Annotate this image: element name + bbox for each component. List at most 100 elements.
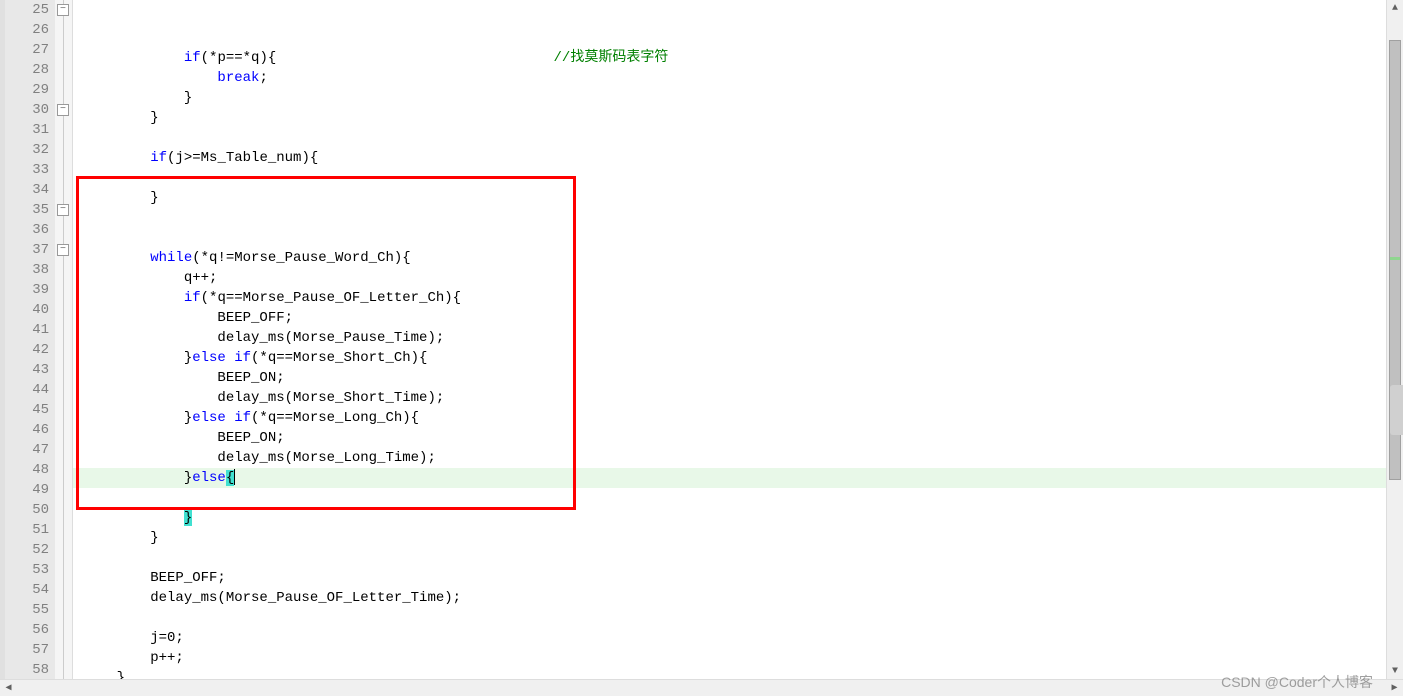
code-line[interactable] xyxy=(73,168,1386,188)
line-number: 40 xyxy=(5,300,49,320)
code-token: (*q!=Morse_Pause_Word_Ch){ xyxy=(192,250,410,266)
line-number: 55 xyxy=(5,600,49,620)
code-token: delay_ms(Morse_Long_Time); xyxy=(83,450,436,466)
keyword-token: if xyxy=(184,50,201,66)
line-number: 31 xyxy=(5,120,49,140)
line-number: 27 xyxy=(5,40,49,60)
code-token: } xyxy=(83,110,159,126)
keyword-token: else if xyxy=(192,350,251,366)
code-line[interactable]: } xyxy=(73,108,1386,128)
scroll-down-button[interactable]: ▼ xyxy=(1387,663,1403,680)
code-line[interactable]: delay_ms(Morse_Pause_OF_Letter_Time); xyxy=(73,588,1386,608)
code-line[interactable]: if(j>=Ms_Table_num){ xyxy=(73,148,1386,168)
keyword-token: if xyxy=(184,290,201,306)
vertical-scrollbar[interactable]: ▲ ▼ xyxy=(1386,0,1403,680)
line-number: 41 xyxy=(5,320,49,340)
code-token: p++; xyxy=(83,650,184,666)
matched-brace: } xyxy=(184,510,192,526)
code-token: j= xyxy=(83,630,167,646)
code-line[interactable]: BEEP_ON; xyxy=(73,428,1386,448)
code-line[interactable]: if(*p==*q){ //找莫斯码表字符 xyxy=(73,48,1386,68)
code-line[interactable]: while(*q!=Morse_Pause_Word_Ch){ xyxy=(73,248,1386,268)
line-number: 58 xyxy=(5,660,49,680)
code-line[interactable] xyxy=(73,608,1386,628)
code-token: } xyxy=(83,530,159,546)
code-token: delay_ms(Morse_Pause_Time); xyxy=(83,330,444,346)
text-cursor xyxy=(234,469,235,485)
code-token xyxy=(83,510,184,526)
code-line[interactable]: break; xyxy=(73,68,1386,88)
scroll-right-button[interactable]: ▶ xyxy=(1386,680,1403,696)
line-number: 51 xyxy=(5,520,49,540)
line-number: 34 xyxy=(5,180,49,200)
editor-container: 2526272829303132333435363738394041424344… xyxy=(0,0,1403,680)
line-number: 42 xyxy=(5,340,49,360)
line-number: 32 xyxy=(5,140,49,160)
code-line[interactable] xyxy=(73,548,1386,568)
line-number-gutter: 2526272829303132333435363738394041424344… xyxy=(5,0,55,680)
line-number: 38 xyxy=(5,260,49,280)
fold-toggle-icon[interactable]: − xyxy=(57,104,69,116)
line-number: 48 xyxy=(5,460,49,480)
fold-toggle-icon[interactable]: − xyxy=(57,204,69,216)
scroll-up-button[interactable]: ▲ xyxy=(1387,0,1403,17)
keyword-token: while xyxy=(150,250,192,266)
keyword-token: else xyxy=(192,470,226,486)
code-line[interactable] xyxy=(73,128,1386,148)
code-token xyxy=(83,70,217,86)
code-line[interactable] xyxy=(73,228,1386,248)
code-token: BEEP_OFF; xyxy=(83,310,293,326)
code-token: (*q==Morse_Short_Ch){ xyxy=(251,350,427,366)
code-line[interactable]: if(*q==Morse_Pause_OF_Letter_Ch){ xyxy=(73,288,1386,308)
fold-column: − − − − xyxy=(55,0,73,680)
code-token: (*p==*q){ xyxy=(201,50,277,66)
code-area[interactable]: if(*p==*q){ //找莫斯码表字符 break; } } if(j>=M… xyxy=(73,0,1386,680)
code-line[interactable]: } xyxy=(73,188,1386,208)
code-token: ; xyxy=(175,630,183,646)
line-number: 57 xyxy=(5,640,49,660)
code-token: } xyxy=(83,190,159,206)
line-number: 26 xyxy=(5,20,49,40)
code-token xyxy=(83,50,184,66)
code-token: BEEP_ON; xyxy=(83,430,285,446)
code-line[interactable] xyxy=(73,208,1386,228)
fold-toggle-icon[interactable]: − xyxy=(57,4,69,16)
overview-ruler xyxy=(1390,17,1400,663)
horizontal-scrollbar[interactable]: ◀ ▶ xyxy=(0,679,1403,696)
keyword-token: break xyxy=(217,70,259,86)
code-line[interactable]: } xyxy=(73,508,1386,528)
code-token xyxy=(83,150,150,166)
code-line[interactable]: p++; xyxy=(73,648,1386,668)
matched-brace: { xyxy=(226,470,234,486)
code-token: } xyxy=(83,350,192,366)
scroll-left-button[interactable]: ◀ xyxy=(0,680,17,696)
line-number: 28 xyxy=(5,60,49,80)
code-token: (*q==Morse_Pause_OF_Letter_Ch){ xyxy=(201,290,461,306)
code-line[interactable]: BEEP_OFF; xyxy=(73,308,1386,328)
code-token: } xyxy=(83,90,192,106)
code-line[interactable] xyxy=(73,488,1386,508)
code-token: q++; xyxy=(83,270,217,286)
code-line[interactable]: } xyxy=(73,528,1386,548)
line-number: 54 xyxy=(5,580,49,600)
line-number: 52 xyxy=(5,540,49,560)
line-number: 56 xyxy=(5,620,49,640)
overview-mark xyxy=(1390,257,1400,260)
code-line[interactable]: delay_ms(Morse_Long_Time); xyxy=(73,448,1386,468)
code-line[interactable]: delay_ms(Morse_Pause_Time); xyxy=(73,328,1386,348)
line-number: 30 xyxy=(5,100,49,120)
fold-toggle-icon[interactable]: − xyxy=(57,244,69,256)
code-line[interactable]: }else if(*q==Morse_Short_Ch){ xyxy=(73,348,1386,368)
line-number: 50 xyxy=(5,500,49,520)
side-panel-tab[interactable] xyxy=(1390,385,1403,435)
code-line[interactable]: } xyxy=(73,88,1386,108)
code-line[interactable]: q++; xyxy=(73,268,1386,288)
code-line[interactable]: BEEP_OFF; xyxy=(73,568,1386,588)
code-line[interactable]: }else{ xyxy=(73,468,1386,488)
line-number: 37 xyxy=(5,240,49,260)
code-line[interactable]: delay_ms(Morse_Short_Time); xyxy=(73,388,1386,408)
code-line[interactable]: j=0; xyxy=(73,628,1386,648)
code-line[interactable]: }else if(*q==Morse_Long_Ch){ xyxy=(73,408,1386,428)
code-line[interactable]: BEEP_ON; xyxy=(73,368,1386,388)
line-number: 43 xyxy=(5,360,49,380)
